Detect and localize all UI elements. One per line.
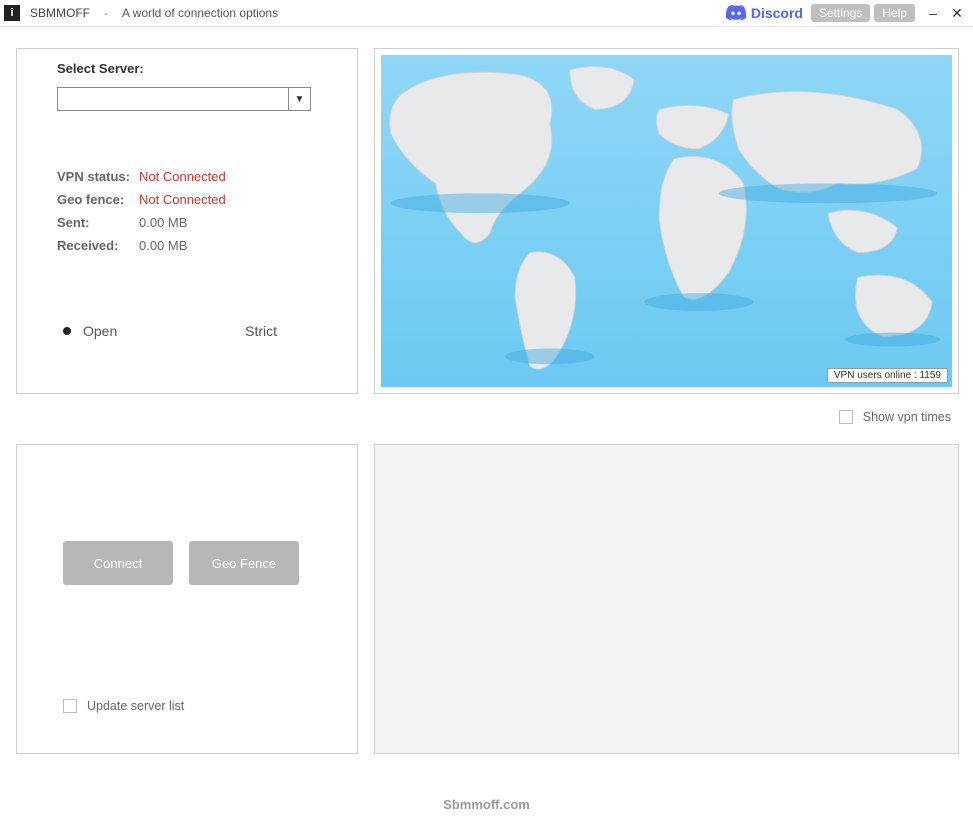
checkbox-icon xyxy=(839,410,853,424)
discord-icon xyxy=(725,2,747,24)
map-panel: VPN users online : 1159 xyxy=(374,48,959,394)
update-server-list-checkbox[interactable]: Update server list xyxy=(63,699,184,713)
nat-indicator-dot xyxy=(63,327,71,335)
app-tagline: A world of connection options xyxy=(122,6,278,20)
minimize-button[interactable]: – xyxy=(923,5,943,21)
server-dropdown-value xyxy=(58,88,288,110)
show-vpn-times-checkbox[interactable]: Show vpn times xyxy=(839,410,951,424)
checkbox-icon xyxy=(63,699,77,713)
footer-link[interactable]: Sbmmoff.com xyxy=(0,797,973,812)
show-vpn-times-row: Show vpn times xyxy=(374,410,959,424)
sent-label: Sent: xyxy=(57,215,139,230)
vpn-status-value: Not Connected xyxy=(139,169,226,184)
sent-value: 0.00 MB xyxy=(139,215,187,230)
titlebar: i SBMMOFF - A world of connection option… xyxy=(0,0,973,26)
settings-button[interactable]: Settings xyxy=(811,4,870,22)
app-name: SBMMOFF xyxy=(30,6,90,20)
log-panel xyxy=(374,444,959,754)
status-block: VPN status: Not Connected Geo fence: Not… xyxy=(57,169,226,261)
server-panel: Select Server: ▼ VPN status: Not Connect… xyxy=(16,48,358,394)
received-label: Received: xyxy=(57,238,139,253)
show-vpn-times-label: Show vpn times xyxy=(863,410,951,424)
received-value: 0.00 MB xyxy=(139,238,187,253)
close-button[interactable]: ✕ xyxy=(947,5,967,22)
chevron-down-icon: ▼ xyxy=(288,88,310,110)
titlebar-divider xyxy=(0,26,973,27)
server-dropdown[interactable]: ▼ xyxy=(57,87,311,111)
connect-button[interactable]: Connect xyxy=(63,541,173,585)
app-icon: i xyxy=(4,5,20,21)
discord-label: Discord xyxy=(751,5,803,21)
nat-type-row: Open Strict xyxy=(63,323,317,339)
nat-open-label[interactable]: Open xyxy=(83,323,117,339)
geofence-status-value: Not Connected xyxy=(139,192,226,207)
discord-link[interactable]: Discord xyxy=(725,2,803,24)
vpn-users-online-badge: VPN users online : 1159 xyxy=(827,368,948,383)
update-server-list-label: Update server list xyxy=(87,699,184,713)
help-button[interactable]: Help xyxy=(874,4,915,22)
title-separator: - xyxy=(104,6,108,20)
world-map[interactable]: VPN users online : 1159 xyxy=(381,55,952,387)
vpn-status-label: VPN status: xyxy=(57,169,139,184)
world-map-svg xyxy=(381,55,952,387)
geofence-button[interactable]: Geo Fence xyxy=(189,541,299,585)
select-server-label: Select Server: xyxy=(57,61,144,76)
geofence-status-label: Geo fence: xyxy=(57,192,139,207)
nat-strict-label[interactable]: Strict xyxy=(245,323,277,339)
actions-panel: Connect Geo Fence Update server list xyxy=(16,444,358,754)
